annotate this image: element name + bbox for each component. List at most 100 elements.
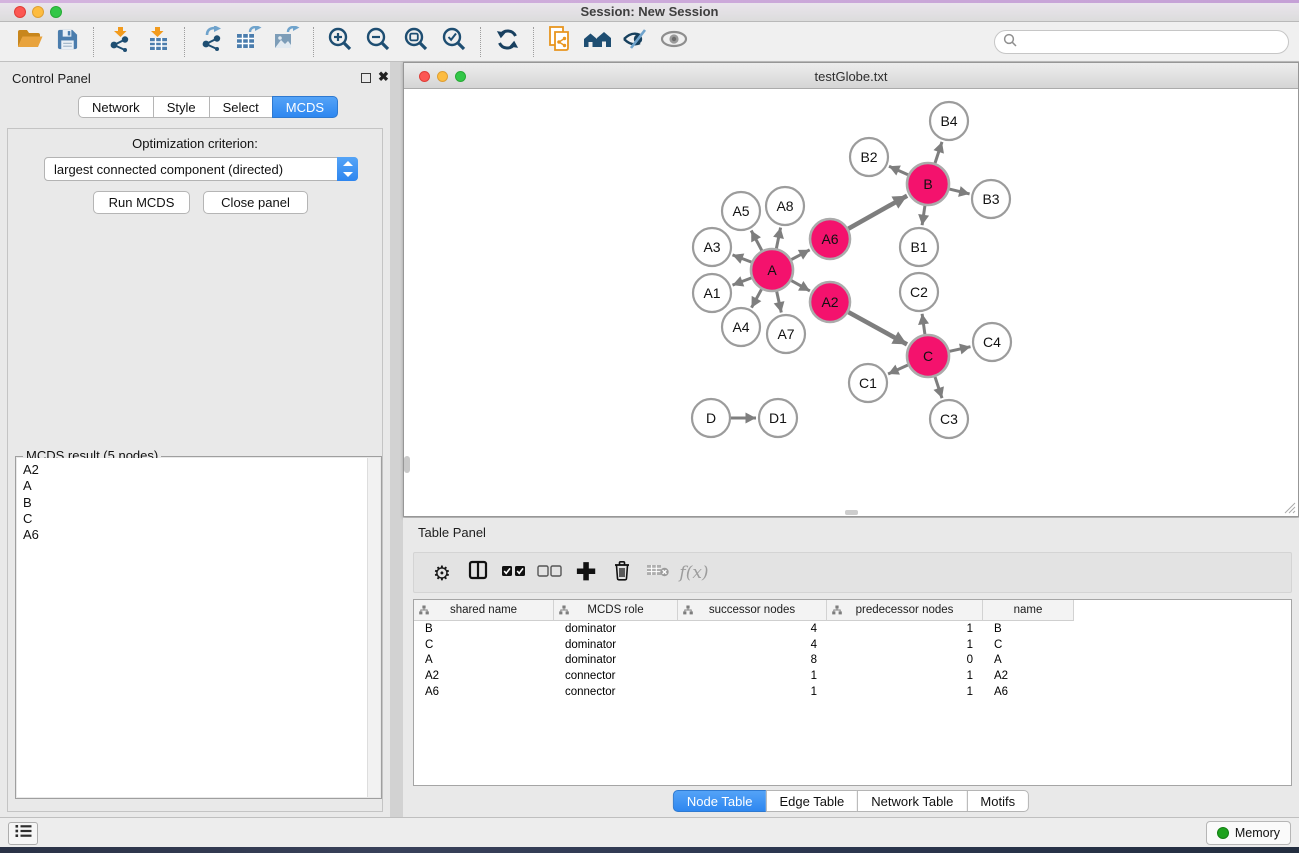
graph-edge-A-A8[interactable]: [776, 228, 780, 249]
graph-edge-C-C2[interactable]: [922, 314, 925, 334]
tab-network-table[interactable]: Network Table: [857, 790, 967, 812]
toolbar-separator: [184, 27, 185, 57]
export-image-button[interactable]: [268, 25, 306, 59]
import-table-button[interactable]: [139, 25, 177, 59]
tab-mcds[interactable]: MCDS: [272, 96, 338, 118]
task-history-button[interactable]: [8, 822, 38, 845]
graph-edge-C-C3[interactable]: [935, 377, 942, 398]
select-all-button[interactable]: [496, 556, 532, 590]
memory-button[interactable]: Memory: [1206, 821, 1291, 845]
graph-edge-A-A4[interactable]: [752, 289, 762, 307]
network-graph[interactable]: B4B2BB3A5A8A6B1A3AC2A1A2A4A7C4CC1DD1C3: [404, 89, 1298, 516]
graph-edge-A-A3[interactable]: [733, 255, 752, 262]
column-header-mcds-role[interactable]: Box="0 0 10 10">MCDS role: [554, 600, 678, 621]
result-item-c[interactable]: C: [17, 511, 380, 527]
tab-style[interactable]: Style: [153, 96, 210, 118]
result-list-scrollbar[interactable]: [367, 458, 380, 797]
close-panel-button[interactable]: Close panel: [203, 191, 308, 214]
graph-edge-B-B2[interactable]: [889, 166, 908, 175]
column-header-predecessor-nodes[interactable]: Box="0 0 10 10">predecessor nodes: [827, 600, 983, 621]
table-cell: 1: [827, 686, 983, 698]
graph-edge-A-A1[interactable]: [733, 278, 752, 285]
apply-layout-button[interactable]: [488, 25, 526, 59]
memory-status-icon: [1217, 827, 1229, 839]
toolbar-separator: [533, 27, 534, 57]
graph-edge-C-C4[interactable]: [950, 347, 971, 352]
network-overview-button[interactable]: [579, 25, 617, 59]
run-mcds-button[interactable]: Run MCDS: [93, 191, 190, 214]
graph-edge-B-B4[interactable]: [935, 142, 942, 163]
graph-node-label-B: B: [923, 176, 932, 192]
table-cell: 4: [678, 623, 827, 635]
graph-edge-A6-B[interactable]: [848, 196, 907, 229]
zoom-selected-button[interactable]: [435, 25, 473, 59]
column-type-icon: Box="0 0 10 10">: [419, 605, 429, 615]
window-resize-grip[interactable]: [1283, 501, 1296, 514]
zoom-out-button[interactable]: [359, 25, 397, 59]
export-network-button[interactable]: [192, 25, 230, 59]
graph-edge-A-A7[interactable]: [777, 292, 782, 313]
graph-edge-A2-C[interactable]: [848, 312, 907, 344]
mcds-result-list[interactable]: A2ABCA6: [17, 458, 380, 797]
result-item-a[interactable]: A: [17, 478, 380, 494]
import-network-button[interactable]: [101, 25, 139, 59]
window-titlebar: Session: New Session: [0, 0, 1299, 22]
table-row-a6[interactable]: A6connector11A6: [414, 684, 1291, 700]
close-panel-icon[interactable]: ✖: [378, 68, 389, 86]
network-horizontal-scroll-thumb[interactable]: [845, 510, 858, 515]
deselect-all-button[interactable]: [532, 556, 568, 590]
table-cell: C: [983, 639, 1074, 651]
hide-selected-button[interactable]: [617, 25, 655, 59]
function-builder-button: f(x): [676, 556, 712, 590]
table-row-a2[interactable]: A2connector11A2: [414, 668, 1291, 684]
tab-motifs[interactable]: Motifs: [966, 790, 1029, 812]
search-field[interactable]: [994, 30, 1289, 54]
graph-edge-C-C1[interactable]: [888, 365, 908, 374]
split-view-icon: [468, 560, 488, 585]
zoom-fit-button[interactable]: [397, 25, 435, 59]
open-file-button[interactable]: [10, 25, 48, 59]
result-item-b[interactable]: B: [17, 495, 380, 511]
graph-node-label-C: C: [923, 348, 933, 364]
column-header-shared-name[interactable]: Box="0 0 10 10">shared name: [414, 600, 554, 621]
trash-icon: [613, 560, 631, 586]
graph-edge-B-B1[interactable]: [922, 206, 925, 225]
graph-edge-A-A2[interactable]: [791, 281, 810, 291]
table-cell: B: [983, 623, 1074, 635]
result-item-a2[interactable]: A2: [17, 462, 380, 478]
table-settings-button[interactable]: ⚙: [424, 556, 460, 590]
column-header-successor-nodes[interactable]: Box="0 0 10 10">successor nodes: [678, 600, 827, 621]
split-table-view-button[interactable]: [460, 556, 496, 590]
float-panel-icon[interactable]: [361, 73, 371, 83]
show-hidden-button[interactable]: [655, 25, 693, 59]
zoom-in-button[interactable]: [321, 25, 359, 59]
graph-edge-B-B3[interactable]: [949, 189, 969, 194]
network-canvas[interactable]: B4B2BB3A5A8A6B1A3AC2A1A2A4A7C4CC1DD1C3: [404, 89, 1298, 516]
table-row-a[interactable]: Adominator80A: [414, 653, 1291, 669]
network-vertical-scroll-thumb[interactable]: [404, 456, 410, 473]
delete-selected-button[interactable]: [604, 556, 640, 590]
node-table[interactable]: Box="0 0 10 10">shared nameBox="0 0 10 1…: [413, 599, 1292, 786]
add-column-button[interactable]: ✚: [568, 556, 604, 590]
export-table-button[interactable]: [230, 25, 268, 59]
search-input[interactable]: [1022, 35, 1288, 49]
result-item-a6[interactable]: A6: [17, 527, 380, 543]
tab-edge-table[interactable]: Edge Table: [765, 790, 858, 812]
copy-documents-icon: [547, 25, 573, 58]
table-row-c[interactable]: Cdominator41C: [414, 637, 1291, 653]
graph-edge-A-A5[interactable]: [751, 231, 762, 251]
table-row-b[interactable]: Bdominator41B: [414, 621, 1291, 637]
copy-network-button[interactable]: [541, 25, 579, 59]
table-cell: A2: [983, 670, 1074, 682]
column-header-name[interactable]: name: [983, 600, 1074, 621]
graph-node-label-A1: A1: [703, 285, 720, 301]
save-session-button[interactable]: [48, 25, 86, 59]
checked-boxes-icon: [501, 564, 527, 582]
tab-node-table[interactable]: Node Table: [673, 790, 767, 812]
graph-edge-A-A6[interactable]: [791, 250, 809, 260]
graph-node-label-B3: B3: [982, 191, 999, 207]
tab-network[interactable]: Network: [78, 96, 154, 118]
criterion-dropdown[interactable]: largest connected component (directed): [44, 157, 358, 181]
export-table-icon: [235, 26, 263, 57]
tab-select[interactable]: Select: [209, 96, 273, 118]
